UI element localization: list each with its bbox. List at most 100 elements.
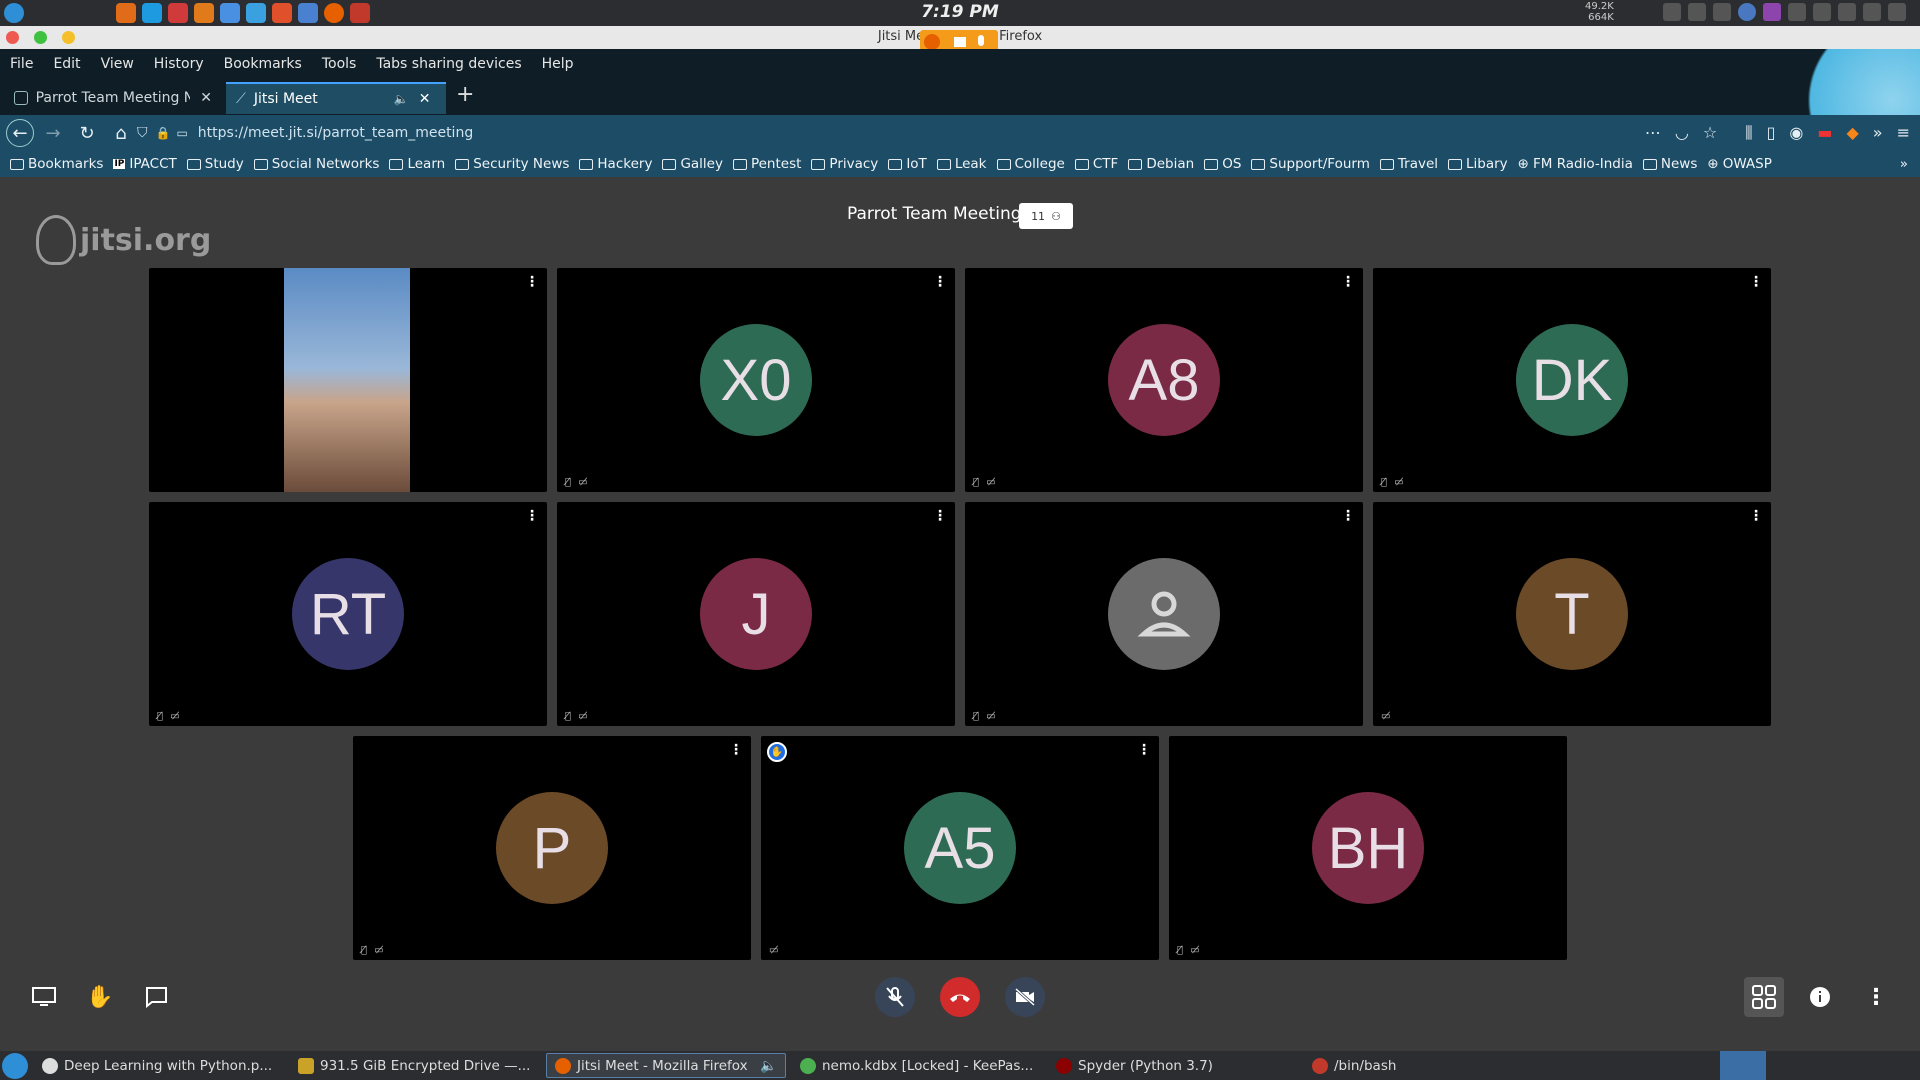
- app-launcher-icon[interactable]: [350, 3, 370, 23]
- address-bar[interactable]: ⛉ 🔒 ▭ https://meet.jit.si/parrot_team_me…: [137, 118, 1657, 148]
- bookmark-folder[interactable]: Bookmarks: [10, 156, 103, 172]
- jitsi-logo[interactable]: jitsi.org: [36, 215, 211, 265]
- menu-bookmarks[interactable]: Bookmarks: [224, 56, 302, 72]
- bookmark-folder[interactable]: Study: [186, 156, 244, 172]
- extension-icon[interactable]: ▬: [1817, 123, 1832, 143]
- tile-view-button[interactable]: [1744, 977, 1784, 1017]
- bookmark-folder[interactable]: Support/Fourm: [1251, 156, 1370, 172]
- participant-tile[interactable]: T ⋮ ▭̸: [1373, 502, 1771, 726]
- home-icon[interactable]: ⌂: [106, 118, 136, 148]
- bluetooth-icon[interactable]: [1713, 3, 1731, 21]
- menu-view[interactable]: View: [101, 56, 134, 72]
- chat-button[interactable]: [136, 977, 176, 1017]
- hamburger-menu-icon[interactable]: ≡: [1897, 123, 1910, 143]
- tray-expand-icon[interactable]: [1888, 3, 1906, 21]
- participant-tile[interactable]: BH 🎙̸ ▭̸: [1169, 736, 1567, 960]
- tile-menu-icon[interactable]: ⋮: [1749, 508, 1763, 524]
- bookmark-folder[interactable]: OS: [1204, 156, 1241, 172]
- forward-icon[interactable]: →: [38, 118, 68, 148]
- tab-audio-icon[interactable]: 🔈: [394, 92, 409, 106]
- bookmark-item[interactable]: ⊕ OWASP: [1707, 156, 1772, 172]
- participant-tile[interactable]: ⋮ 🎙̸ ▭̸: [965, 502, 1363, 726]
- brave-icon[interactable]: [272, 3, 292, 23]
- bookmark-star-icon[interactable]: ☆: [1703, 123, 1717, 143]
- app-launcher-icon[interactable]: [116, 3, 136, 23]
- screen-share-button[interactable]: [24, 977, 64, 1017]
- maximize-window-button[interactable]: [34, 31, 47, 44]
- participant-tile[interactable]: A8 ⋮ 🎙̸ ▭̸: [965, 268, 1363, 492]
- lock-icon[interactable]: 🔒: [156, 126, 171, 140]
- minimize-window-button[interactable]: [62, 31, 75, 44]
- bookmark-item[interactable]: IP IPACCT: [113, 156, 177, 172]
- bluetooth-icon[interactable]: [1688, 3, 1706, 21]
- extension-icon[interactable]: ◉: [1789, 123, 1803, 143]
- library-icon[interactable]: ⫼: [1745, 123, 1752, 143]
- info-button[interactable]: [1800, 977, 1840, 1017]
- overflow-icon[interactable]: »: [1873, 123, 1883, 143]
- tile-menu-icon[interactable]: ⋮: [1137, 742, 1151, 758]
- pocket-icon[interactable]: ◡: [1675, 123, 1689, 143]
- volume-icon[interactable]: [1863, 3, 1881, 21]
- taskbar-item[interactable]: /bin/bash: [1304, 1053, 1504, 1078]
- hangup-button[interactable]: [940, 977, 980, 1017]
- participant-tile[interactable]: ✋ A5 ⋮ ▭̸: [761, 736, 1159, 960]
- firefox-icon[interactable]: [324, 3, 344, 23]
- app-launcher-icon[interactable]: [246, 3, 266, 23]
- menu-history[interactable]: History: [154, 56, 204, 72]
- menu-tools[interactable]: Tools: [322, 56, 357, 72]
- bookmark-folder[interactable]: IoT: [888, 156, 927, 172]
- more-options-button[interactable]: ⋮: [1856, 977, 1896, 1017]
- bookmark-folder[interactable]: Libary: [1448, 156, 1508, 172]
- taskbar-item-active[interactable]: Jitsi Meet - Mozilla Firefox 🔈: [546, 1053, 786, 1078]
- url-text[interactable]: https://meet.jit.si/parrot_team_meeting: [198, 125, 473, 141]
- app-launcher-icon[interactable]: [168, 3, 188, 23]
- bookmark-folder[interactable]: College: [996, 156, 1065, 172]
- app-tray-icon[interactable]: [1788, 3, 1806, 21]
- tile-menu-icon[interactable]: ⋮: [729, 742, 743, 758]
- bookmarks-overflow-icon[interactable]: »: [1900, 156, 1908, 172]
- taskbar-item[interactable]: 931.5 GiB Encrypted Drive —...: [290, 1053, 540, 1078]
- workspace-icon[interactable]: [1738, 3, 1756, 21]
- tile-menu-icon[interactable]: ⋮: [933, 274, 947, 290]
- tile-menu-icon[interactable]: ⋮: [1341, 274, 1355, 290]
- battery-icon[interactable]: [1663, 3, 1681, 21]
- page-actions-icon[interactable]: ⋯: [1645, 123, 1661, 143]
- bookmark-folder[interactable]: Galley: [662, 156, 723, 172]
- bookmark-folder[interactable]: Security News: [455, 156, 569, 172]
- bookmark-folder[interactable]: Privacy: [811, 156, 878, 172]
- participant-tile[interactable]: RT ⋮ 🎙̸ ▭̸: [149, 502, 547, 726]
- microphone-toggle-button[interactable]: [875, 977, 915, 1017]
- app-launcher-icon[interactable]: [194, 3, 214, 23]
- taskbar-item[interactable]: Deep Learning with Python.p...: [34, 1053, 284, 1078]
- bookmark-folder[interactable]: Debian: [1128, 156, 1194, 172]
- parrot-menu-icon[interactable]: [2, 1052, 28, 1079]
- parrot-menu-icon[interactable]: [4, 3, 24, 23]
- camera-toggle-button[interactable]: [1005, 977, 1045, 1017]
- back-icon[interactable]: ←: [6, 119, 34, 147]
- participant-tile[interactable]: X0 ⋮ 🎙̸ ▭̸: [557, 268, 955, 492]
- close-tab-icon[interactable]: ✕: [200, 90, 212, 106]
- menu-edit[interactable]: Edit: [53, 56, 80, 72]
- bookmark-folder[interactable]: Pentest: [732, 156, 801, 172]
- chrome-icon[interactable]: [298, 3, 318, 23]
- workspace-indicator[interactable]: [1720, 1051, 1766, 1080]
- bookmark-folder[interactable]: News: [1642, 156, 1697, 172]
- app-launcher-icon[interactable]: [142, 3, 162, 23]
- menu-help[interactable]: Help: [542, 56, 574, 72]
- participant-count-badge[interactable]: 11 ⚇: [1019, 203, 1073, 229]
- clipboard-icon[interactable]: [1838, 3, 1856, 21]
- participant-tile[interactable]: DK ⋮ 🎙̸ ▭̸: [1373, 268, 1771, 492]
- bookmark-folder[interactable]: Hackery: [579, 156, 652, 172]
- bookmark-folder[interactable]: CTF: [1074, 156, 1118, 172]
- raise-hand-button[interactable]: ✋: [80, 977, 120, 1017]
- tab-jitsi-meet[interactable]: ⟋ Jitsi Meet 🔈 ✕: [226, 82, 446, 114]
- camera-permission-icon[interactable]: ▭: [176, 126, 187, 140]
- close-window-button[interactable]: [6, 31, 19, 44]
- taskbar-item[interactable]: nemo.kdbx [Locked] - KeePas...: [792, 1053, 1042, 1078]
- wifi-icon[interactable]: [1813, 3, 1831, 21]
- new-tab-icon[interactable]: +: [456, 82, 474, 107]
- reload-icon[interactable]: ↻: [72, 118, 102, 148]
- menu-tabs-sharing-devices[interactable]: Tabs sharing devices: [376, 56, 521, 72]
- tile-menu-icon[interactable]: ⋮: [1749, 274, 1763, 290]
- tile-menu-icon[interactable]: ⋮: [525, 508, 539, 524]
